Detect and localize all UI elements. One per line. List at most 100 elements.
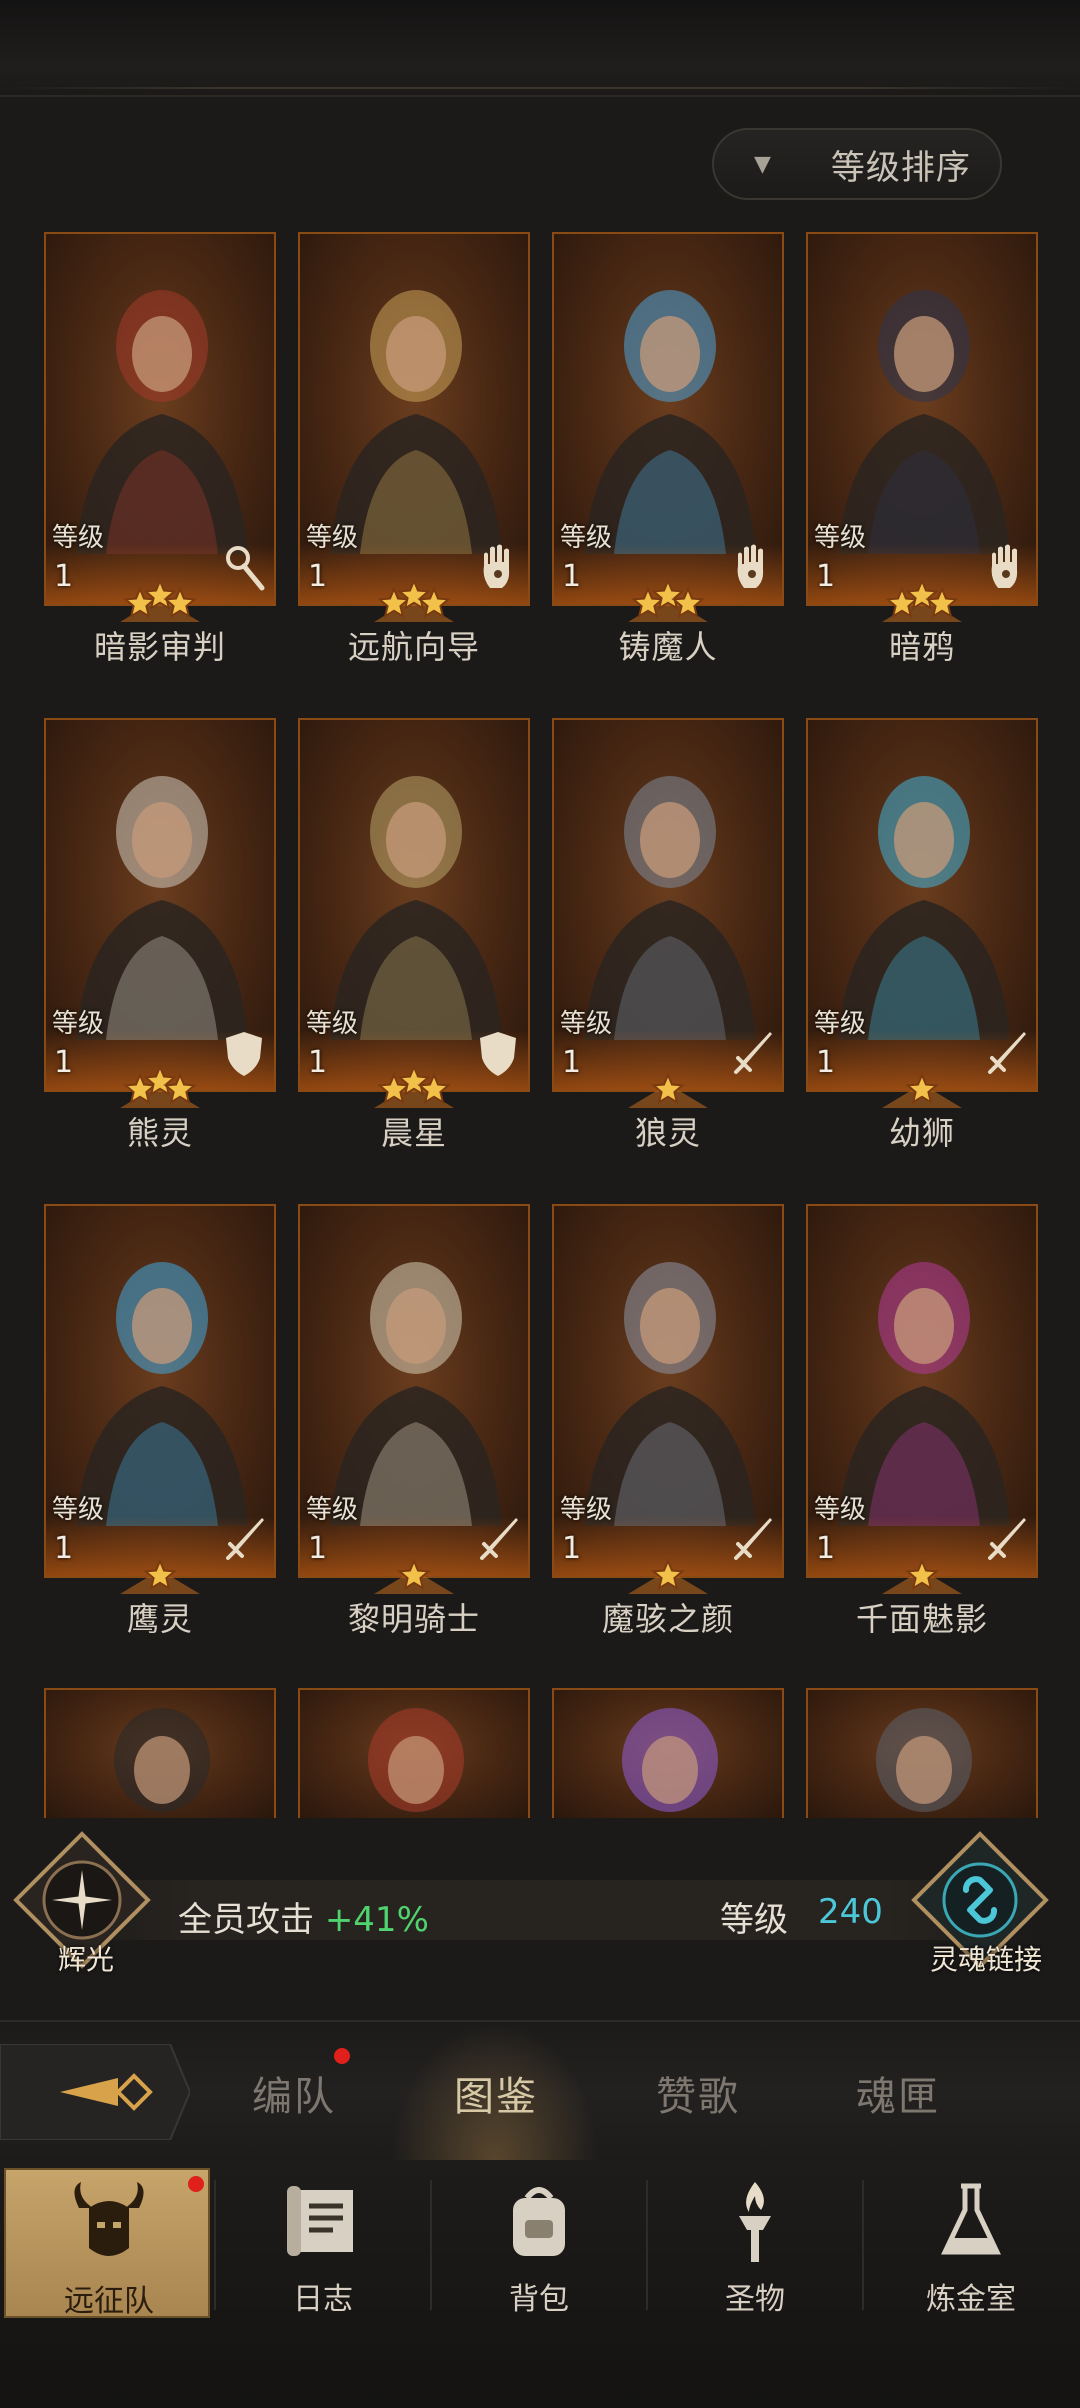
total-level-value: 240 xyxy=(818,1892,883,1932)
hero-star-rating xyxy=(374,1558,454,1594)
hero-portrait xyxy=(330,776,502,1040)
hero-level-label: 等级 xyxy=(814,523,867,553)
hero-portrait xyxy=(584,290,756,554)
hero-level-label: 等级 xyxy=(814,1009,867,1039)
collection-stats-bar: 辉光 全员攻击 +41% 等级 240 灵魂链接 xyxy=(0,1830,1080,1980)
hero-portrait xyxy=(330,290,502,554)
collection-tab-bar: 编队 图鉴 赞歌 魂匣 xyxy=(0,2020,1080,2164)
tab-soul-box[interactable]: 魂匣 xyxy=(856,2064,940,2122)
hero-level-label: 等级 xyxy=(52,523,105,553)
hero-level-label: 等级 xyxy=(814,1495,867,1525)
hero-portrait xyxy=(76,290,248,554)
hero-star-rating xyxy=(882,578,962,622)
nav-separator xyxy=(862,2180,864,2310)
hero-star-rating xyxy=(628,1072,708,1108)
hero-star-rating xyxy=(374,1064,454,1108)
hero-collection-grid: 等级 1 暗影审判 等级 1 远航向导 等级 1 铸魔人 等级 1 暗鸦 等级 1 熊灵 等级 1 晨星 等级 1 狼灵… xyxy=(0,0,1080,1820)
hero-star-rating xyxy=(882,1072,962,1108)
hero-portrait xyxy=(876,1708,972,1812)
hero-name: 远航向导 xyxy=(347,628,480,666)
alchemy-icon xyxy=(941,2183,1001,2255)
hero-card[interactable]: 等级 1 xyxy=(44,1204,276,1578)
hero-level-label: 等级 xyxy=(560,1009,613,1039)
hero-name: 狼灵 xyxy=(634,1114,701,1152)
hero-card[interactable] xyxy=(806,1688,1038,1818)
hero-portrait xyxy=(584,1262,756,1526)
hero-name: 铸魔人 xyxy=(618,628,718,666)
nav-item[interactable]: 炼金室 xyxy=(868,2168,1074,2318)
hero-star-rating xyxy=(628,578,708,622)
radiance-label: 辉光 xyxy=(58,1943,115,1976)
hero-card[interactable]: 等级 1 xyxy=(552,232,784,606)
hero-portrait xyxy=(838,1262,1010,1526)
nav-label: 炼金室 xyxy=(926,2282,1016,2317)
hero-level-label: 等级 xyxy=(306,1009,359,1039)
hero-portrait xyxy=(76,1262,248,1526)
hero-portrait xyxy=(838,776,1010,1040)
nav-label: 圣物 xyxy=(725,2282,785,2317)
hero-star-rating xyxy=(120,578,200,622)
back-button[interactable] xyxy=(0,2044,190,2140)
nav-label: 背包 xyxy=(509,2282,569,2317)
hero-card[interactable] xyxy=(44,1688,276,1818)
hero-portrait xyxy=(622,1708,718,1812)
nav-label: 日志 xyxy=(293,2282,353,2317)
hero-level-label: 等级 xyxy=(560,523,613,553)
hero-star-rating xyxy=(882,1558,962,1594)
horned-helmet-icon xyxy=(74,2182,144,2256)
hero-level-label: 等级 xyxy=(52,1495,105,1525)
hero-card[interactable]: 等级 1 xyxy=(298,718,530,1092)
formation-badge xyxy=(334,2048,350,2064)
nav-item[interactable]: 远征队 xyxy=(4,2168,210,2319)
nav-separator xyxy=(214,2180,216,2310)
hero-portrait xyxy=(838,290,1010,554)
hero-card[interactable] xyxy=(552,1688,784,1818)
hero-level-label: 等级 xyxy=(52,1009,105,1039)
hero-card[interactable]: 等级 1 xyxy=(806,718,1038,1092)
nav-item[interactable]: 日志 xyxy=(220,2168,426,2318)
hero-card[interactable]: 等级 1 xyxy=(44,232,276,606)
total-level-label: 等级 xyxy=(720,1900,788,1940)
hero-level-label: 等级 xyxy=(306,1495,359,1525)
nav-label: 远征队 xyxy=(64,2284,154,2319)
hero-name: 晨星 xyxy=(380,1114,447,1152)
notification-badge xyxy=(188,2176,204,2192)
hero-card[interactable]: 等级 1 xyxy=(298,1204,530,1578)
hero-name: 暗影审判 xyxy=(93,628,226,666)
hero-star-rating xyxy=(374,578,454,622)
hero-name: 幼狮 xyxy=(888,1114,955,1152)
hero-name: 暗鸦 xyxy=(888,628,955,666)
team-attack-text: 全员攻击 +41% xyxy=(178,1892,429,1941)
tab-formation[interactable]: 编队 xyxy=(252,2064,336,2122)
hero-star-rating xyxy=(120,1558,200,1594)
hero-name: 黎明骑士 xyxy=(347,1600,480,1638)
tab-codex[interactable]: 图鉴 xyxy=(454,2064,538,2122)
hero-card[interactable]: 等级 1 xyxy=(44,718,276,1092)
scroll-icon xyxy=(287,2186,353,2256)
hero-card[interactable] xyxy=(298,1688,530,1818)
hero-portrait xyxy=(584,776,756,1040)
hero-name: 熊灵 xyxy=(126,1114,193,1152)
tab-hymn[interactable]: 赞歌 xyxy=(656,2064,740,2122)
backpack-icon xyxy=(513,2187,565,2256)
bottom-navigation: 远征队 日志 背包 圣物 炼金室 xyxy=(0,2160,1080,2408)
soul-link-label: 灵魂链接 xyxy=(930,1943,1043,1976)
nav-item[interactable]: 背包 xyxy=(436,2168,642,2318)
team-attack-value: +41% xyxy=(324,1900,429,1940)
nav-item[interactable]: 圣物 xyxy=(652,2168,858,2318)
hero-name: 千面魅影 xyxy=(855,1600,988,1638)
hero-card[interactable]: 等级 1 xyxy=(806,1204,1038,1578)
hero-level-label: 等级 xyxy=(560,1495,613,1525)
hero-star-rating xyxy=(628,1558,708,1594)
hero-portrait xyxy=(76,776,248,1040)
hero-card[interactable]: 等级 1 xyxy=(552,1204,784,1578)
nav-separator xyxy=(646,2180,648,2310)
hero-name: 鹰灵 xyxy=(126,1600,193,1638)
hero-card[interactable]: 等级 1 xyxy=(298,232,530,606)
hero-portrait xyxy=(368,1708,464,1812)
hero-card[interactable]: 等级 1 xyxy=(552,718,784,1092)
team-attack-label: 全员攻击 xyxy=(178,1900,314,1940)
hero-card[interactable]: 等级 1 xyxy=(806,232,1038,606)
hero-portrait xyxy=(330,1262,502,1526)
torch-icon xyxy=(739,2182,771,2262)
